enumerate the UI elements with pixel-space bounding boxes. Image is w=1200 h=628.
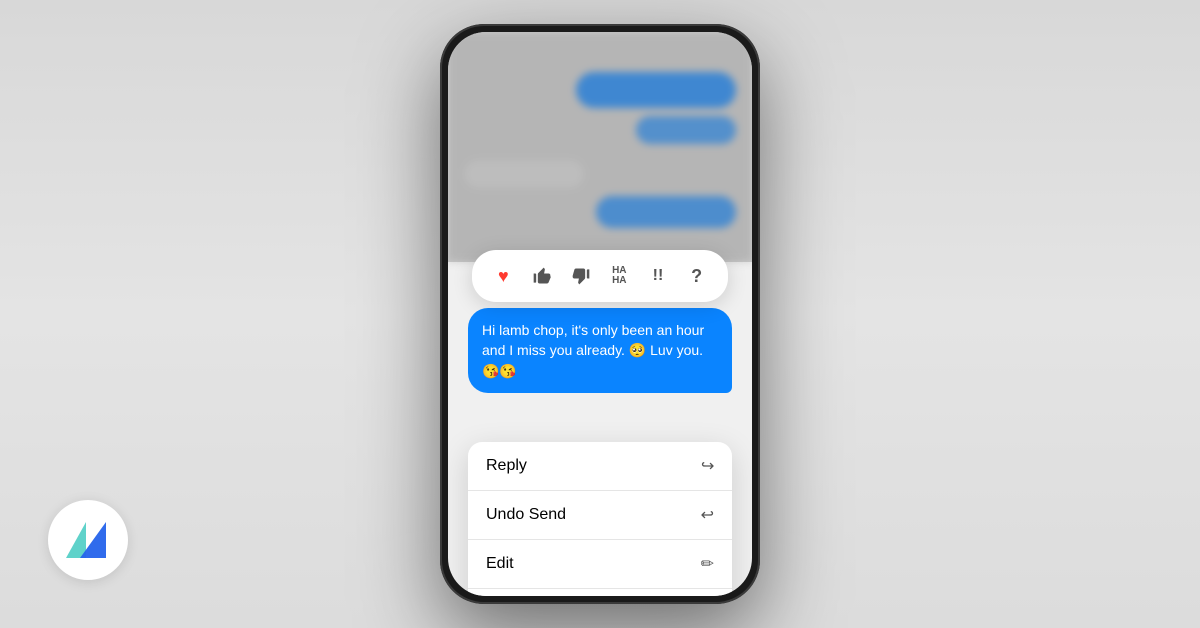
menu-item-copy[interactable]: Copy ⧉ [468, 589, 732, 596]
menu-item-reply[interactable]: Reply ↩ [468, 442, 732, 491]
haha-text: HAHA [612, 266, 626, 286]
menu-edit-label: Edit [486, 555, 514, 573]
reaction-question[interactable]: ? [681, 260, 713, 292]
phone-frame: ♥ HAHA !! ? Hi lamb chop, it's only been… [440, 24, 760, 604]
overlay-dim [448, 32, 752, 262]
reaction-heart[interactable]: ♥ [487, 260, 519, 292]
logo-circle [48, 500, 128, 580]
undo-send-icon: ↩ [701, 505, 714, 525]
reaction-bar: ♥ HAHA !! ? [472, 250, 728, 302]
edit-icon: ✏ [701, 554, 714, 574]
reply-icon: ↩ [701, 456, 714, 476]
reaction-haha[interactable]: HAHA [603, 260, 635, 292]
context-menu: Reply ↩ Undo Send ↩ Edit ✏ Copy ⧉ [468, 442, 732, 596]
logo-icon [66, 520, 110, 560]
menu-reply-label: Reply [486, 457, 527, 475]
menu-undo-send-label: Undo Send [486, 506, 566, 524]
phone-screen: ♥ HAHA !! ? Hi lamb chop, it's only been… [448, 32, 752, 596]
message-text: Hi lamb chop, it's only been an hour and… [482, 322, 704, 379]
reaction-thumbs-up[interactable] [526, 260, 558, 292]
reaction-emphasis[interactable]: !! [642, 260, 674, 292]
message-bubble: Hi lamb chop, it's only been an hour and… [468, 308, 732, 393]
menu-item-edit[interactable]: Edit ✏ [468, 540, 732, 589]
reaction-thumbs-down[interactable] [565, 260, 597, 292]
menu-item-undo-send[interactable]: Undo Send ↩ [468, 491, 732, 540]
